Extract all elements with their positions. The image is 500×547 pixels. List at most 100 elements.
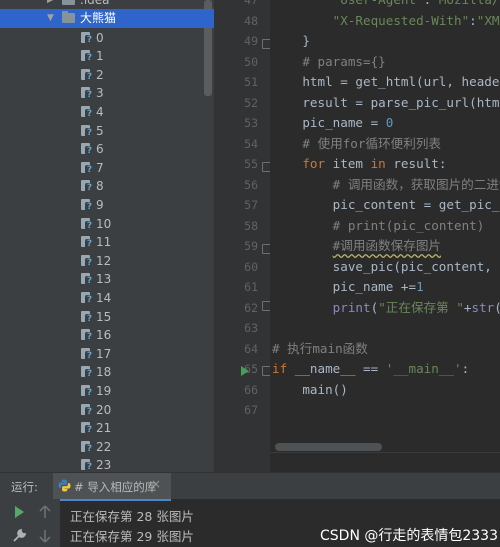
code-line: for item in result: [302, 156, 447, 171]
code-line: # print(pic_content) [332, 217, 485, 233]
line-number: 65 [244, 362, 258, 376]
tree-file-item[interactable]: ? 20 [0, 401, 214, 420]
chevron-down-icon: ▼ [47, 13, 54, 23]
unknown-file-icon: ? [81, 384, 94, 398]
unknown-file-icon: ? [81, 347, 94, 361]
tree-file-item[interactable]: ? 3 [0, 84, 214, 103]
code-line: print("正在保存第 "+str(pi [332, 299, 500, 315]
code-line: if __name__ == '__main__': [272, 361, 470, 376]
code-line: #调用函数保存图片 [332, 238, 442, 253]
tree-item-label: 11 [96, 235, 112, 250]
run-toolbar [0, 499, 60, 547]
tree-item-label: 7 [96, 160, 104, 175]
code-line: pic_name +=1 [272, 279, 424, 294]
run-gutter-icon[interactable] [241, 366, 249, 376]
run-panel: 运行: # 导入相应的库 × 正在保存第 28 张图片 正在保存第 29 张图片… [0, 472, 500, 547]
tree-item-label: 16 [96, 328, 112, 343]
project-tree: ▶ .idea ▼ 大熊猫 ? 0? 1? 2? 3? 4? 5? 6? 7? 8? 9? 10? 11… [0, 0, 214, 472]
tree-file-item[interactable]: ? 2 [0, 66, 214, 85]
unknown-file-icon: ? [81, 143, 94, 157]
tree-file-item[interactable]: ? 18 [0, 363, 214, 382]
line-number: 60 [244, 259, 258, 274]
line-number: 59 [244, 239, 258, 253]
code-line: main() [272, 381, 348, 397]
tree-item-label: 17 [96, 346, 112, 361]
tree-item-label: 23 [96, 458, 112, 472]
code-line: pic_content = get_pic_con [272, 197, 500, 212]
code-line: # 执行main函数 [272, 340, 368, 356]
tree-file-item[interactable]: ? 12 [0, 252, 214, 271]
line-number: 53 [244, 116, 258, 130]
line-number: 61 [244, 280, 258, 294]
line-number: 51 [244, 75, 258, 89]
editor-horizontal-scrollbar[interactable] [275, 443, 382, 451]
unknown-file-icon: ? [81, 440, 94, 454]
tree-file-item[interactable]: ? 13 [0, 270, 214, 289]
tree-file-item[interactable]: ? 14 [0, 289, 214, 308]
unknown-file-icon: ? [81, 31, 94, 45]
tree-file-item[interactable]: ? 6 [0, 140, 214, 159]
run-tab[interactable]: # 导入相应的库 × [53, 473, 171, 501]
unknown-file-icon: ? [81, 68, 94, 82]
unknown-file-icon: ? [81, 236, 94, 250]
tree-item-label: 3 [96, 86, 104, 101]
tree-file-item[interactable]: ? 21 [0, 419, 214, 438]
line-number: 56 [244, 177, 258, 192]
tree-file-item[interactable]: ? 8 [0, 177, 214, 196]
tree-item-label: 19 [96, 383, 112, 398]
console-output-line: 正在保存第 28 张图片 [70, 509, 194, 524]
close-icon[interactable]: × [151, 477, 161, 491]
tree-file-item[interactable]: ? 10 [0, 215, 214, 234]
tree-item-label: 14 [96, 290, 112, 305]
tree-item-label: 9 [96, 197, 104, 212]
tree-item-label: 8 [96, 179, 104, 194]
arrow-down-icon[interactable] [37, 528, 53, 544]
editor-gutter [214, 0, 270, 472]
tree-item-label: 22 [96, 439, 112, 454]
editor-divider [270, 452, 500, 453]
tree-file-item[interactable]: ? 15 [0, 308, 214, 327]
code-line: # params={} [302, 53, 386, 69]
tree-file-item[interactable]: ? 17 [0, 345, 214, 364]
unknown-file-icon: ? [81, 124, 94, 138]
tree-file-item[interactable]: ? 0 [0, 29, 214, 48]
tree-item-label: 0 [96, 30, 104, 45]
line-number: 67 [244, 403, 258, 417]
tree-item-root-folder[interactable]: ▼ 大熊猫 [0, 9, 214, 28]
tree-item-label: 6 [96, 142, 104, 157]
tree-file-item[interactable]: ? 1 [0, 47, 214, 66]
run-panel-header: 运行: # 导入相应的库 × [0, 473, 500, 501]
tree-file-item[interactable]: ? 19 [0, 382, 214, 401]
line-number: 58 [244, 218, 258, 233]
tree-file-item[interactable]: ? 11 [0, 233, 214, 252]
code-editor[interactable]: "User-Agent":"Mozilla/5. "X-Requested-Wi… [270, 0, 500, 472]
line-number: 64 [244, 341, 258, 356]
run-label: 运行: [11, 480, 38, 494]
code-line: "X-Requested-With":"XMLH [332, 12, 500, 28]
tree-item-label: 15 [96, 309, 112, 324]
tree-file-item[interactable]: ? 9 [0, 196, 214, 215]
tree-file-item[interactable]: ? 16 [0, 326, 214, 345]
folder-icon [62, 9, 75, 28]
code-line: } [272, 33, 310, 48]
watermark: CSDN @行走的表情包2333 [320, 528, 498, 544]
tree-file-item[interactable]: ? 23 [0, 456, 214, 472]
tree-file-item[interactable]: ? 7 [0, 159, 214, 178]
unknown-file-icon: ? [81, 273, 94, 287]
unknown-file-icon: ? [81, 105, 94, 119]
tree-item-label: 13 [96, 272, 112, 287]
unknown-file-icon: ? [81, 161, 94, 175]
tree-item-label: 5 [96, 123, 104, 138]
unknown-file-icon: ? [81, 291, 94, 305]
unknown-file-icon: ? [81, 422, 94, 436]
unknown-file-icon: ? [81, 310, 94, 324]
tree-file-item[interactable]: ? 4 [0, 103, 214, 122]
line-number: 47 [244, 0, 258, 7]
tree-item-label: 1 [96, 49, 104, 64]
tree-file-item[interactable]: ? 5 [0, 122, 214, 141]
tree-file-item[interactable]: ? 22 [0, 438, 214, 457]
rerun-icon[interactable] [11, 504, 27, 520]
tree-item-label: 20 [96, 402, 112, 417]
wrench-icon[interactable] [11, 528, 27, 544]
arrow-up-icon[interactable] [37, 504, 53, 520]
